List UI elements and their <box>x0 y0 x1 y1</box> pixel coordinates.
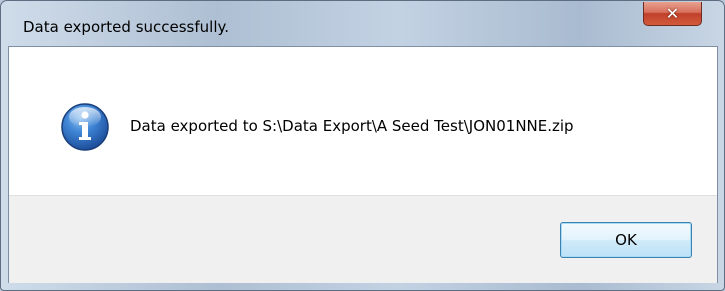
dialog-client-area: Data exported to S:\Data Export\A Seed T… <box>8 46 718 283</box>
title-bar[interactable]: Data exported successfully. ✕ <box>1 1 724 45</box>
close-button[interactable]: ✕ <box>643 2 702 26</box>
message-text: Data exported to S:\Data Export\A Seed T… <box>130 117 574 135</box>
info-icon <box>61 103 109 151</box>
button-area: OK <box>9 195 717 283</box>
ok-button[interactable]: OK <box>560 222 692 258</box>
message-area: Data exported to S:\Data Export\A Seed T… <box>9 47 717 195</box>
message-dialog: Data exported successfully. ✕ Data expor… <box>0 0 725 291</box>
dialog-title: Data exported successfully. <box>23 18 229 36</box>
close-icon: ✕ <box>665 3 680 23</box>
